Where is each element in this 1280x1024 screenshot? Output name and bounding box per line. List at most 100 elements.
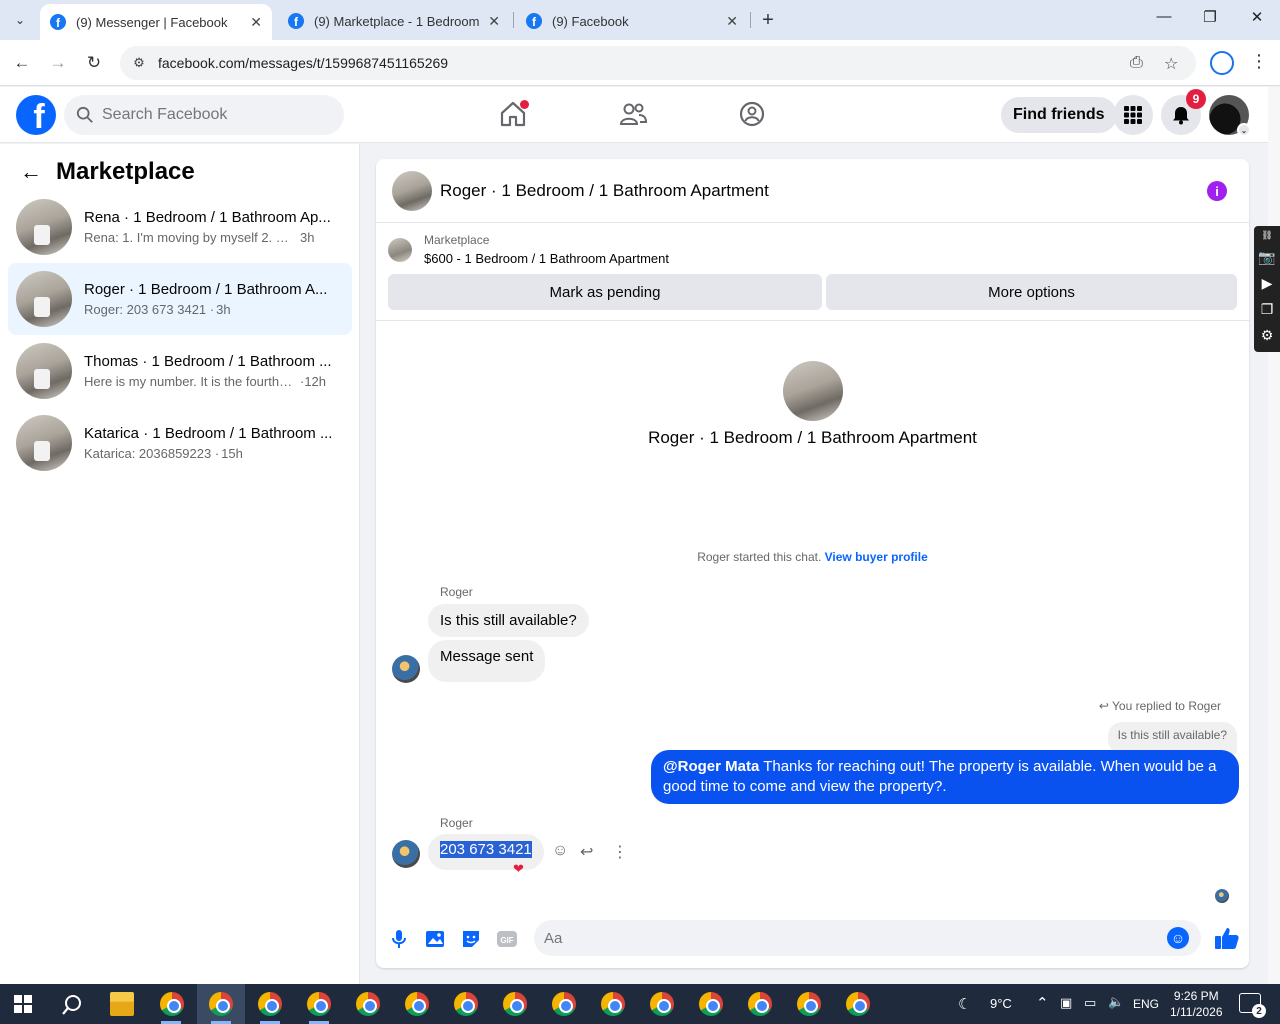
chrome-profile-icon[interactable] (699, 992, 723, 1016)
chrome-profile-icon[interactable] (552, 992, 576, 1016)
page-scrollbar[interactable] (1268, 87, 1280, 984)
tab-messenger[interactable]: f (9) Messenger | Facebook ✕ (40, 4, 272, 40)
input-language[interactable]: ENG (1133, 997, 1159, 1011)
weather-moon-icon[interactable]: ☾ (958, 995, 971, 1013)
browser-profile-icon[interactable] (1210, 51, 1234, 75)
meet-now-icon[interactable]: ▣ (1060, 995, 1072, 1011)
file-explorer-icon[interactable] (110, 992, 134, 1016)
volume-icon[interactable]: 🔈 (1108, 994, 1124, 1010)
gif-icon[interactable]: GIF (496, 928, 518, 950)
chrome-profile-icon[interactable] (601, 992, 625, 1016)
account-avatar[interactable]: ⌄ (1209, 95, 1251, 137)
camera-icon[interactable]: 📷 (1254, 244, 1280, 270)
network-icon[interactable]: ▭ (1084, 995, 1096, 1011)
chrome-profile-icon[interactable] (307, 992, 331, 1016)
forward-arrow-icon[interactable]: → (46, 51, 70, 75)
back-arrow-icon[interactable]: ← (20, 159, 42, 185)
incoming-message[interactable]: Is this still available? (428, 604, 589, 637)
menu-grid-button[interactable] (1113, 95, 1153, 135)
chrome-profile-icon[interactable] (356, 992, 380, 1016)
outgoing-message[interactable]: @Roger Mata Thanks for reaching out! The… (651, 750, 1239, 804)
site-info-icon[interactable]: ⚙ (128, 55, 150, 71)
react-smiley-icon[interactable]: ☺ (552, 842, 568, 860)
notification-center-icon[interactable]: 2 (1239, 993, 1266, 1018)
new-tab-button[interactable]: + (756, 8, 780, 32)
view-buyer-profile-link[interactable]: View buyer profile (825, 550, 928, 564)
chrome-profile-icon[interactable] (650, 992, 674, 1016)
conversation-item[interactable]: Katarica · 1 Bedroom / 1 Bathroom ... Ka… (8, 407, 352, 479)
browser-menu-icon[interactable]: ⋮ (1250, 51, 1268, 72)
search-input[interactable] (102, 106, 322, 124)
chrome-profile-icon[interactable] (748, 992, 772, 1016)
mark-as-pending-button[interactable]: Mark as pending (388, 274, 822, 310)
chat-avatar[interactable] (392, 170, 432, 211)
more-actions-icon[interactable]: ⋮ (612, 842, 628, 862)
bookmark-star-icon[interactable]: ☆ (1164, 54, 1178, 74)
listing-summary[interactable]: Marketplace $600 - 1 Bedroom / 1 Bathroo… (388, 233, 669, 266)
restore-icon[interactable]: ❐ (1198, 8, 1222, 26)
chrome-profile-icon[interactable] (209, 992, 233, 1016)
close-window-icon[interactable]: ✕ (1245, 8, 1269, 26)
sender-avatar[interactable] (392, 840, 420, 868)
tab-search-dropdown[interactable]: ⌄ (8, 8, 32, 32)
minimize-icon[interactable]: — (1152, 8, 1176, 25)
conversation-item[interactable]: Thomas · 1 Bedroom / 1 Bathroom ... Here… (8, 335, 352, 407)
intro-avatar[interactable] (783, 361, 843, 421)
sticker-icon[interactable] (460, 928, 482, 950)
photo-icon[interactable] (424, 928, 446, 950)
chat-title[interactable]: Roger · 1 Bedroom / 1 Bathroom Apartment (440, 181, 769, 201)
facebook-logo-icon[interactable]: f (16, 95, 56, 135)
incoming-message[interactable]: 203 673 3421 (428, 834, 544, 870)
chrome-profile-icon[interactable] (454, 992, 478, 1016)
windows-start-icon[interactable] (14, 995, 32, 1013)
emoji-icon[interactable]: ☺ (1167, 927, 1189, 949)
search-box[interactable] (64, 95, 344, 135)
svg-text:GIF: GIF (500, 936, 513, 945)
tab-marketplace[interactable]: f (9) Marketplace - 1 Bedroom / 1 ✕ (278, 4, 510, 38)
reload-icon[interactable]: ↻ (82, 51, 106, 75)
close-tab-icon[interactable]: ✕ (488, 13, 500, 30)
chrome-profile-icon[interactable] (846, 992, 870, 1016)
chrome-profile-icon[interactable] (258, 992, 282, 1016)
conversation-name: Thomas · 1 Bedroom / 1 Bathroom ... (84, 353, 332, 370)
seen-receipt-avatar (1215, 889, 1229, 903)
find-friends-button[interactable]: Find friends (1001, 97, 1117, 133)
info-icon[interactable]: i (1207, 181, 1227, 201)
groups-icon[interactable] (737, 99, 767, 129)
url-text[interactable]: facebook.com/messages/t/1599687451165269 (158, 55, 448, 71)
message-input[interactable] (544, 929, 1144, 947)
microphone-icon[interactable] (388, 928, 410, 950)
taskbar-clock[interactable]: 9:26 PM 1/11/2026 (1170, 988, 1223, 1020)
chrome-profile-icon[interactable] (503, 992, 527, 1016)
dock-link-icon[interactable]: ⛓ (1254, 226, 1280, 244)
conversation-item[interactable]: Rena · 1 Bedroom / 1 Bathroom Ap... Rena… (8, 191, 352, 263)
incoming-message[interactable]: Message sent (428, 640, 546, 682)
settings-gear-icon[interactable]: ⚙ (1254, 322, 1280, 348)
heart-reaction-icon[interactable]: ❤ (513, 861, 524, 877)
tray-chevron-up-icon[interactable]: ⌃ (1036, 994, 1049, 1012)
chrome-profile-icon[interactable] (797, 992, 821, 1016)
friends-icon[interactable] (618, 99, 648, 129)
close-tab-icon[interactable]: ✕ (726, 13, 738, 30)
chrome-profile-icon[interactable] (405, 992, 429, 1016)
close-tab-icon[interactable]: ✕ (250, 14, 262, 31)
sender-avatar[interactable] (392, 655, 420, 683)
address-bar[interactable]: ⚙ facebook.com/messages/t/15996874511652… (120, 46, 1196, 80)
weather-temperature[interactable]: 9°C (990, 996, 1012, 1011)
message-composer[interactable]: ☺ (534, 920, 1201, 956)
browser-toolbar: ← → ↻ ⚙ facebook.com/messages/t/15996874… (0, 40, 1280, 86)
taskbar-search-icon[interactable] (61, 994, 83, 1016)
mention[interactable]: @Roger Mata (663, 758, 759, 775)
chrome-profile-icon[interactable] (160, 992, 184, 1016)
video-icon[interactable]: ▶ (1254, 270, 1280, 296)
copy-icon[interactable]: ❐ (1254, 296, 1280, 322)
tab-facebook[interactable]: f (9) Facebook ✕ (516, 4, 748, 38)
back-arrow-icon[interactable]: ← (10, 51, 34, 75)
conversation-item-selected[interactable]: Roger · 1 Bedroom / 1 Bathroom A... Roge… (8, 263, 352, 335)
phone-number-text[interactable]: 203 673 3421 (440, 841, 532, 858)
reply-icon[interactable]: ↩ (580, 842, 593, 862)
thumbs-up-icon[interactable] (1214, 926, 1240, 950)
listing-thumbnail (16, 343, 72, 399)
more-options-button[interactable]: More options (826, 274, 1237, 310)
install-app-icon[interactable]: ⎙ (1130, 54, 1143, 72)
